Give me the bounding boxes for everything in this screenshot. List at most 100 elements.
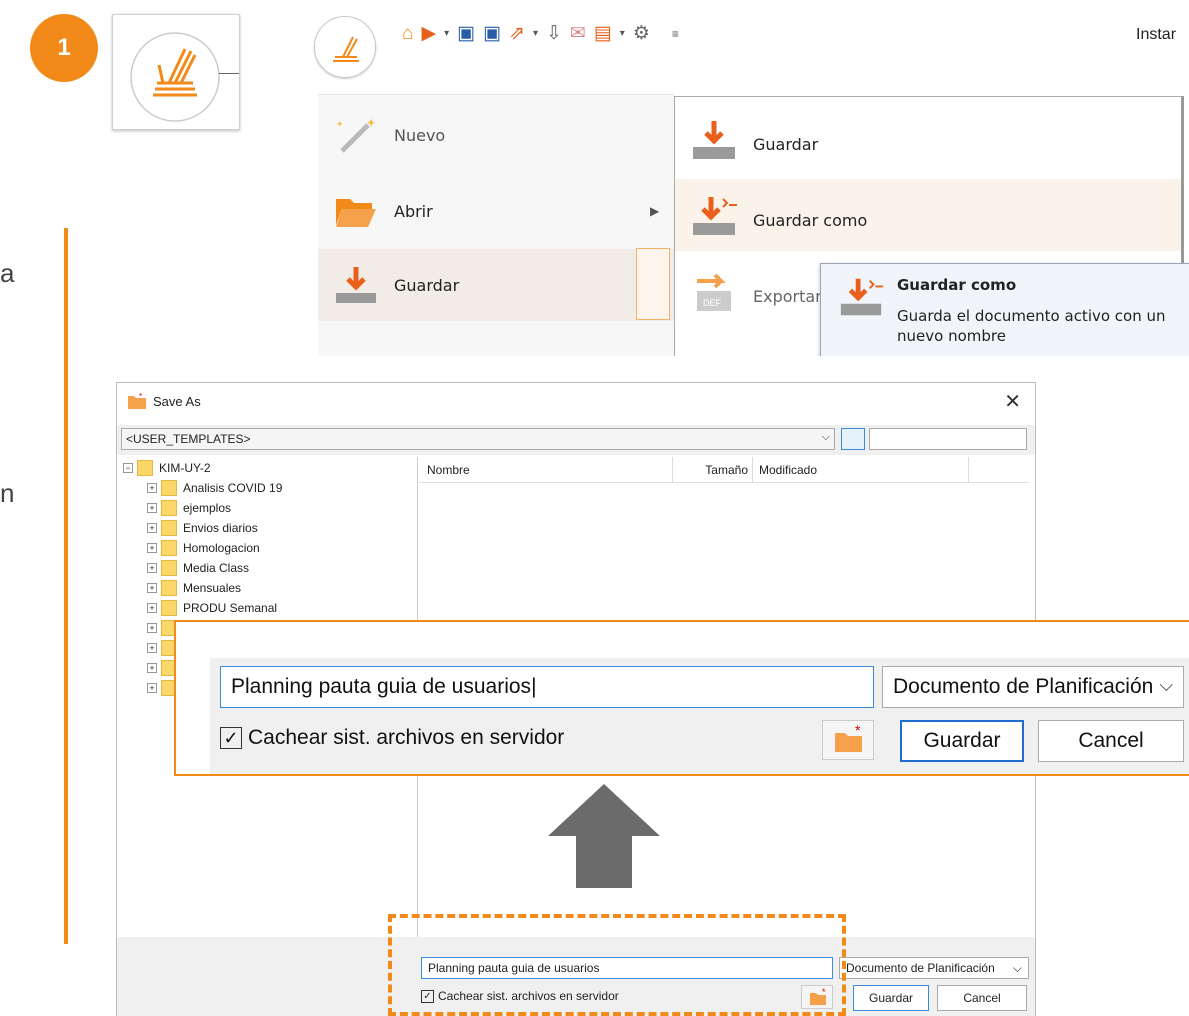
folder-icon <box>161 580 177 596</box>
app-menu-screenshot: ⌂ ▶ ▾ ▣ ▣ ⇗ ▾ ⇩ ✉ ▤ ▾ ⚙ ≡ Instar ✦ ✦ Nue… <box>300 0 1189 356</box>
tree-item[interactable]: + Media Class <box>147 559 249 577</box>
dropdown-icon[interactable]: ▾ <box>620 28 625 39</box>
window-title-fragment: Instar <box>1136 26 1177 43</box>
folder-icon <box>161 540 177 556</box>
folder-icon <box>161 600 177 616</box>
tree-node-label: Mensuales <box>183 581 242 595</box>
expand-icon[interactable]: + <box>147 543 157 553</box>
path-value: <USER_TEMPLATES> <box>126 432 251 446</box>
expand-icon[interactable]: + <box>147 683 157 693</box>
tree-root[interactable]: − KIM-UY-2 <box>123 459 211 477</box>
tree-item[interactable]: + Analisis COVID 19 <box>147 479 282 497</box>
export-def-icon: DEF <box>697 273 731 311</box>
home-icon[interactable]: ⌂ <box>402 23 413 45</box>
cache-checkbox[interactable]: ✓ Cachear sist. archivos en servidor <box>220 726 564 750</box>
expand-icon[interactable]: + <box>147 583 157 593</box>
filetype-value: Documento de Planificación <box>846 961 995 975</box>
expand-icon[interactable]: + <box>147 523 157 533</box>
collapse-icon[interactable]: − <box>123 463 133 473</box>
cancel-button-small[interactable]: Cancel <box>937 985 1027 1011</box>
cropped-text-a: a <box>0 258 15 288</box>
export-icon[interactable]: ⇗ <box>509 22 525 45</box>
filename-input[interactable]: Planning pauta guia de usuarios| <box>220 666 874 708</box>
print-icon[interactable]: ▤ <box>594 22 612 45</box>
chevron-down-icon: ⌵ <box>1159 675 1173 695</box>
tree-node-label: Analisis COVID 19 <box>183 481 283 495</box>
chevron-down-icon: ⌵ <box>1012 961 1022 975</box>
search-input[interactable] <box>869 428 1027 450</box>
save-all-icon[interactable]: ▣ <box>483 22 501 45</box>
quick-access-toolbar: ⌂ ▶ ▾ ▣ ▣ ⇗ ▾ ⇩ ✉ ▤ ▾ ⚙ ≡ Instar <box>300 0 1189 78</box>
submenu-item-guardar[interactable]: Guardar <box>675 103 1181 175</box>
dropdown-icon[interactable]: ▾ <box>444 28 449 39</box>
menu-item-label: Guardar <box>394 275 460 295</box>
submenu-arrow-icon: ▶ <box>650 204 660 218</box>
submenu-item-guardar-como[interactable]: Guardar como <box>675 179 1181 251</box>
file-list-header: Nombre Tamaño Modificado <box>419 457 1029 483</box>
import-icon[interactable]: ⇩ <box>546 22 562 45</box>
side-accent-bar <box>64 228 68 944</box>
tree-node-label: KIM-UY-2 <box>159 461 211 475</box>
folder-new-icon: * <box>128 392 146 409</box>
menu-item-label: Abrir <box>394 201 433 221</box>
open-folder-icon <box>336 199 376 227</box>
filetype-value: Documento de Planificación <box>893 675 1154 698</box>
menu-item-guardar[interactable]: Guardar ▶ <box>318 249 674 321</box>
column-tamano[interactable]: Tamaño <box>673 457 753 483</box>
expand-icon[interactable]: + <box>147 663 157 673</box>
menu-item-abrir[interactable]: Abrir ▶ <box>318 175 674 247</box>
tree-item[interactable]: + Mensuales <box>147 579 241 597</box>
tree-item[interactable]: + Envios diarios <box>147 519 258 537</box>
expand-icon[interactable]: + <box>147 603 157 613</box>
folder-icon <box>161 500 177 516</box>
expand-icon[interactable]: + <box>147 563 157 573</box>
folder-icon <box>161 560 177 576</box>
up-arrow-icon <box>548 784 660 888</box>
filename-value: Planning pauta guia de usuarios <box>231 675 532 698</box>
expand-icon[interactable]: + <box>147 623 157 633</box>
dropdown-icon[interactable]: ▾ <box>533 28 538 39</box>
filetype-select-small[interactable]: Documento de Planificación ⌵ <box>839 957 1029 979</box>
save-button-small[interactable]: Guardar <box>853 985 929 1011</box>
customize-icon[interactable]: ≡ <box>672 27 679 41</box>
play-icon[interactable]: ▶ <box>421 22 436 45</box>
dialog-titlebar: * Save As ✕ <box>117 383 1035 419</box>
column-nombre[interactable]: Nombre <box>427 457 673 483</box>
save-download-icon <box>336 267 376 303</box>
expand-icon[interactable]: + <box>147 643 157 653</box>
save-icon[interactable]: ▣ <box>457 22 475 45</box>
path-combo[interactable]: <USER_TEMPLATES> ⌵ <box>121 428 835 450</box>
svg-text:*: * <box>855 722 861 738</box>
path-bar: <USER_TEMPLATES> ⌵ <box>117 425 1035 455</box>
mail-icon[interactable]: ✉ <box>570 22 586 45</box>
cropped-text-n: n <box>0 478 15 508</box>
tree-item[interactable]: + ejemplos <box>147 499 231 517</box>
save-download-icon <box>693 121 735 159</box>
save-as-icon <box>840 278 884 316</box>
filetype-select[interactable]: Documento de Planificación ⌵ <box>882 666 1184 708</box>
menu-item-nuevo[interactable]: ✦ ✦ Nuevo <box>318 99 674 171</box>
tree-item[interactable]: + PRODU Semanal <box>147 599 277 617</box>
settings-icon[interactable]: ⚙ <box>633 22 650 45</box>
submenu-item-label: Guardar como <box>753 211 868 230</box>
view-toggle-button[interactable] <box>841 428 865 450</box>
close-icon[interactable]: ✕ <box>1004 389 1021 413</box>
tree-node-label: ejemplos <box>183 501 232 515</box>
folder-new-icon: * <box>835 722 862 752</box>
menu-item-label: Nuevo <box>394 125 446 145</box>
application-button[interactable] <box>314 16 376 78</box>
new-folder-button[interactable]: * <box>822 720 874 760</box>
tree-node-label: Envios diarios <box>183 521 258 535</box>
app-logo <box>112 14 240 130</box>
submenu-item-label: Exportar <box>753 287 822 306</box>
guardar-submenu-expander[interactable] <box>636 248 670 320</box>
expand-icon[interactable]: + <box>147 483 157 493</box>
app-logo-icon <box>333 36 359 62</box>
column-modificado[interactable]: Modificado <box>757 457 969 483</box>
tree-item[interactable]: + Homologacion <box>147 539 260 557</box>
magic-wand-icon: ✦ ✦ <box>336 116 376 153</box>
expand-icon[interactable]: + <box>147 503 157 513</box>
save-button[interactable]: Guardar <box>900 720 1024 762</box>
callout-top-strip <box>176 622 1189 658</box>
cancel-button[interactable]: Cancel <box>1038 720 1184 762</box>
